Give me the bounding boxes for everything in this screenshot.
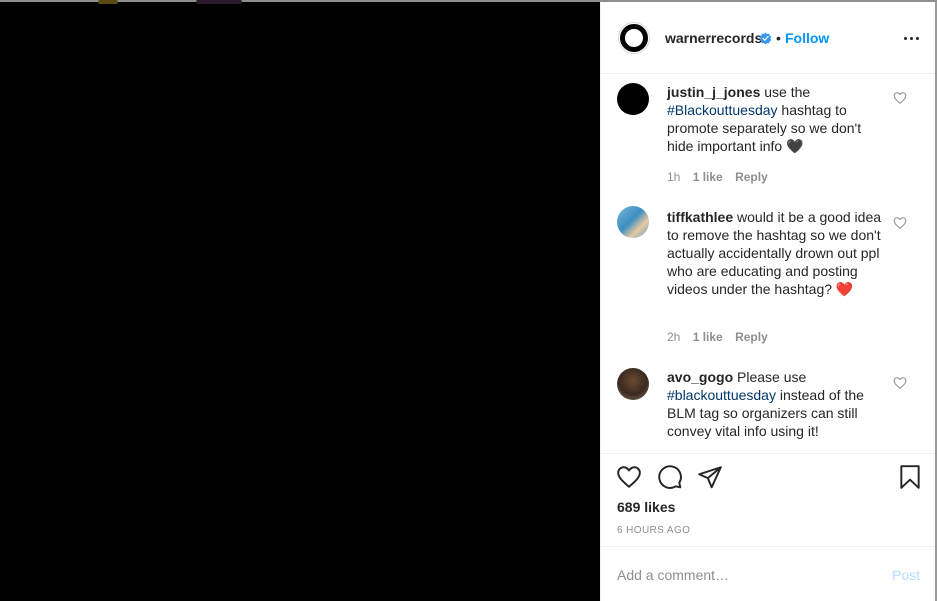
comment-likes[interactable]: 1 like <box>693 330 723 344</box>
comment-hashtag[interactable]: #blackouttuesday <box>667 387 776 403</box>
post-actions: 689 likes 6 HOURS AGO <box>601 453 936 549</box>
comment-time[interactable]: 1h <box>667 170 680 184</box>
post-side-panel: warnerrecords • Follow justin_j_jones us… <box>600 2 936 601</box>
comment-like-heart-icon[interactable] <box>893 216 907 230</box>
comment-input[interactable] <box>617 565 877 585</box>
comment-meta: 2h 1 like Reply <box>667 330 777 344</box>
account-avatar[interactable] <box>618 22 650 54</box>
comment-text: avo_gogo Please use #blackouttuesday ins… <box>667 368 887 440</box>
comment-username[interactable]: tiffkathlee <box>667 209 733 225</box>
verified-badge-icon <box>759 32 772 45</box>
comment-username[interactable]: avo_gogo <box>667 369 733 385</box>
reply-button[interactable]: Reply <box>735 170 768 184</box>
post-media[interactable] <box>0 0 600 601</box>
comment-username[interactable]: justin_j_jones <box>667 84 760 100</box>
red-heart-emoji: ❤️ <box>835 281 854 297</box>
header-separator: • <box>776 30 781 46</box>
more-options-icon[interactable] <box>902 30 922 46</box>
comment-item: tiffkathlee would it be a good idea to r… <box>601 200 936 360</box>
comment-body-text: Please use <box>733 369 807 385</box>
account-username[interactable]: warnerrecords <box>665 30 762 46</box>
likes-count[interactable]: 689 likes <box>617 499 675 515</box>
comment-icon[interactable] <box>657 464 683 490</box>
reply-button[interactable]: Reply <box>735 330 768 344</box>
commenter-avatar[interactable] <box>617 206 649 238</box>
comment-like-heart-icon[interactable] <box>893 376 907 390</box>
comment-item: avo_gogo Please use #blackouttuesday ins… <box>601 360 936 452</box>
comment-text: justin_j_jones use the #Blackouttuesday … <box>667 83 887 155</box>
commenter-avatar[interactable] <box>617 83 649 115</box>
comment-likes[interactable]: 1 like <box>693 170 723 184</box>
add-comment-section: Post <box>601 546 936 601</box>
comment-like-heart-icon[interactable] <box>893 91 907 105</box>
share-icon[interactable] <box>697 464 723 490</box>
comment-meta: 1h 1 like Reply <box>667 170 777 184</box>
follow-button[interactable]: Follow <box>785 30 829 46</box>
black-heart-emoji: 🖤 <box>786 138 804 154</box>
media-artifact <box>196 0 242 4</box>
post-comment-button[interactable]: Post <box>892 567 920 583</box>
comment-item: justin_j_jones use the #Blackouttuesday … <box>601 75 936 195</box>
comment-hashtag[interactable]: #Blackouttuesday <box>667 102 778 118</box>
media-artifact <box>98 0 118 4</box>
comment-time[interactable]: 2h <box>667 330 680 344</box>
bookmark-icon[interactable] <box>897 464 923 490</box>
heart-icon[interactable] <box>616 464 642 490</box>
comment-body-text: use the <box>760 84 811 100</box>
post-header: warnerrecords • Follow <box>601 2 936 74</box>
warner-logo-icon <box>620 24 648 52</box>
comment-text: tiffkathlee would it be a good idea to r… <box>667 208 887 298</box>
post-timestamp[interactable]: 6 HOURS AGO <box>617 525 690 536</box>
commenter-avatar[interactable] <box>617 368 649 400</box>
comments-list[interactable]: justin_j_jones use the #Blackouttuesday … <box>601 75 936 453</box>
